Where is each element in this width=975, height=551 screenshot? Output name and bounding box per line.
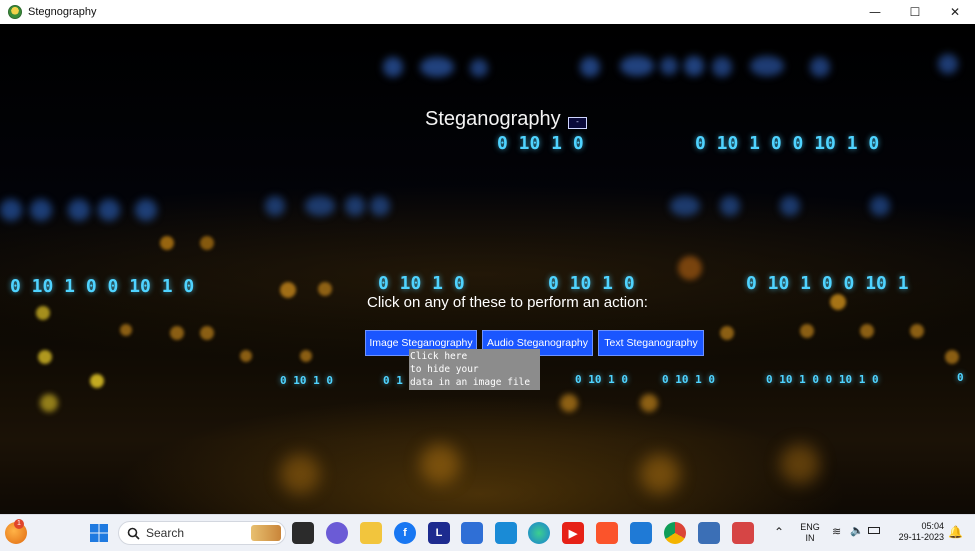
binary-text: 0 10 1 0 xyxy=(662,373,715,386)
binary-text: 0 10 1 0 xyxy=(378,273,465,294)
window-controls: — ☐ ✕ xyxy=(855,0,975,24)
small-button[interactable]: - xyxy=(568,117,587,129)
text-steganography-button[interactable]: Text Steganography xyxy=(598,330,704,356)
binary-text: 0 10 1 0 0 10 1 0 xyxy=(766,373,879,386)
tooltip-line: data in an image file xyxy=(410,377,531,388)
teams-chat-icon[interactable] xyxy=(326,522,348,544)
action-prompt: Click on any of these to perform an acti… xyxy=(367,294,648,311)
windows-start-icon[interactable] xyxy=(88,522,110,544)
facebook-icon[interactable]: f xyxy=(394,522,416,544)
binary-text: 0 10 1 0 xyxy=(497,133,584,154)
speaker-icon[interactable]: 🔈 xyxy=(850,524,864,537)
minimize-button[interactable]: — xyxy=(855,0,895,24)
language-indicator[interactable]: ENG IN xyxy=(798,522,822,544)
notification-bell-icon[interactable]: 🔔 xyxy=(948,525,963,539)
search-placeholder: Search xyxy=(146,526,185,540)
chevron-up-icon[interactable]: ⌃ xyxy=(774,525,784,539)
search-icon xyxy=(127,527,140,540)
taskbar-search[interactable]: Search xyxy=(118,521,286,545)
clock-date: 29-11-2023 xyxy=(898,532,944,542)
app-heading: Steganography xyxy=(425,108,561,130)
close-button[interactable]: ✕ xyxy=(935,0,975,24)
brave-browser-icon[interactable] xyxy=(596,522,618,544)
python-app-icon[interactable] xyxy=(698,522,720,544)
binary-text: 0 10 1 0 0 10 1 xyxy=(746,273,909,294)
window-titlebar: Stegnography — ☐ ✕ xyxy=(0,0,975,25)
battery-icon[interactable] xyxy=(868,527,880,534)
binary-text: 0 xyxy=(957,371,964,384)
wifi-icon[interactable]: ≋ xyxy=(832,525,841,538)
binary-text: 0 10 1 0 0 10 1 0 xyxy=(10,276,195,297)
binary-text: 0 10 1 0 xyxy=(548,273,635,294)
app-shield-icon xyxy=(8,5,22,19)
clock-time: 05:04 xyxy=(921,521,944,531)
snipping-tool-icon[interactable] xyxy=(732,522,754,544)
maximize-button[interactable]: ☐ xyxy=(895,0,935,24)
background-bokeh xyxy=(0,24,975,514)
vscode-icon[interactable] xyxy=(630,522,652,544)
task-view-icon[interactable] xyxy=(292,522,314,544)
binary-text: 0 1 xyxy=(383,374,403,387)
tooltip-line: Click here xyxy=(410,351,468,362)
file-explorer-icon[interactable] xyxy=(360,522,382,544)
taskbar: 1 Search f L ▶ ⌃ ENG IN ≋ 🔈 05:04 29-11-… xyxy=(0,514,975,551)
notification-badge: 1 xyxy=(14,519,24,529)
binary-text: 0 10 1 0 xyxy=(280,374,333,387)
edge-browser-icon[interactable] xyxy=(528,522,550,544)
youtube-icon[interactable]: ▶ xyxy=(562,522,584,544)
clock[interactable]: 05:04 29-11-2023 xyxy=(890,521,944,543)
microsoft-store-icon[interactable] xyxy=(461,522,483,544)
app-canvas: 0 10 1 0 0 10 1 0 0 10 1 0 0 10 1 0 0 10… xyxy=(0,24,975,514)
app-square-icon[interactable] xyxy=(495,522,517,544)
tooltip-line: to hide your xyxy=(410,364,479,375)
window-title: Stegnography xyxy=(28,6,97,18)
language-code: ENG xyxy=(800,522,820,532)
binary-text: 0 10 1 0 0 10 1 0 xyxy=(695,133,880,154)
binary-text: 0 10 1 0 xyxy=(575,373,628,386)
region-code: IN xyxy=(805,533,815,543)
chrome-icon[interactable] xyxy=(664,522,686,544)
l-app-icon[interactable]: L xyxy=(428,522,450,544)
image-button-tooltip: Click here to hide your data in an image… xyxy=(409,349,540,390)
search-highlight-icon xyxy=(251,525,281,541)
